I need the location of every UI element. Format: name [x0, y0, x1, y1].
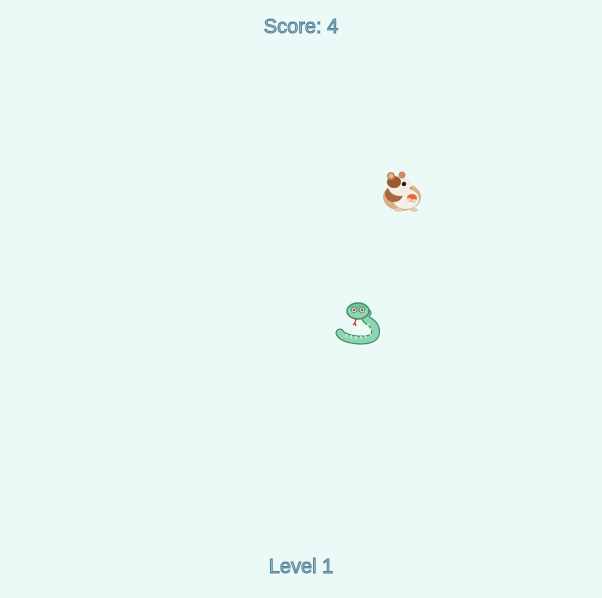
snake-player-sprite[interactable] — [334, 300, 381, 346]
hamster-food-sprite — [378, 170, 424, 214]
level-label: Level 1 — [268, 556, 334, 579]
game-canvas[interactable]: Score: 4 Level 1 — [0, 0, 602, 598]
hamster-icon — [383, 171, 421, 212]
snake-icon — [335, 302, 381, 345]
score-label: Score: 4 — [263, 16, 339, 39]
